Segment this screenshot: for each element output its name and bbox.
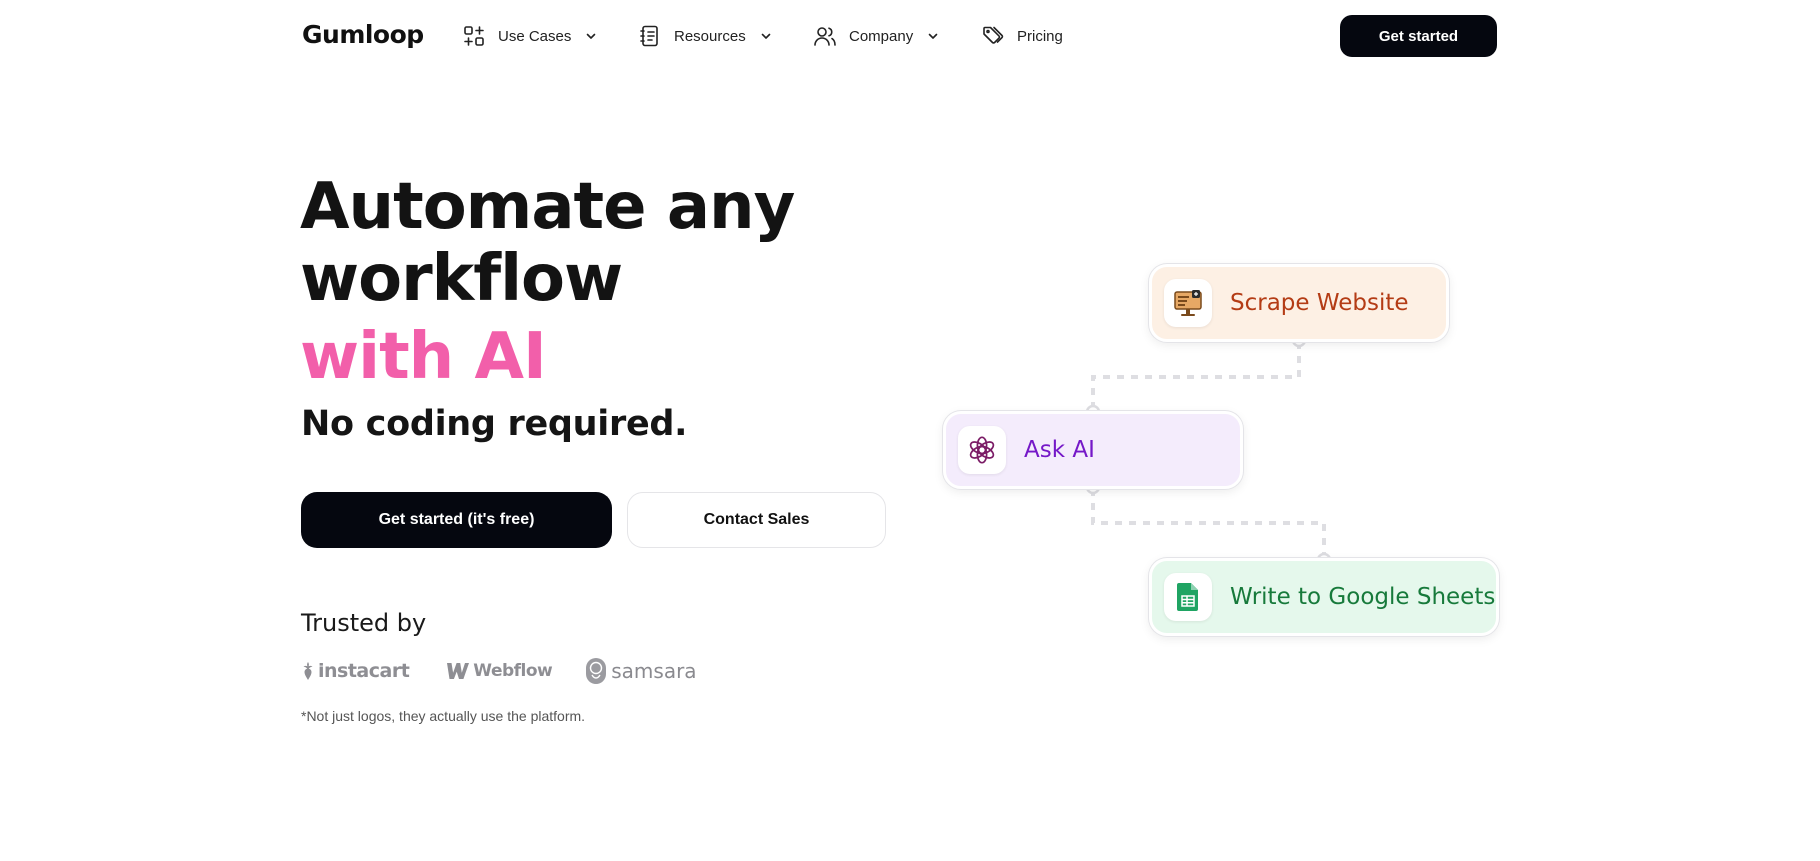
- customer-logos: instacart Webflow samsara: [301, 656, 697, 686]
- flow-node-label: Scrape Website: [1230, 290, 1409, 316]
- flow-node-scrape-website[interactable]: Scrape Website: [1149, 264, 1449, 342]
- hero-title-accent: with AI: [300, 320, 547, 394]
- flow-node-label: Write to Google Sheets: [1230, 584, 1496, 610]
- webflow-logo: Webflow: [442, 661, 553, 681]
- instacart-logo: instacart: [301, 660, 410, 682]
- get-started-free-button[interactable]: Get started (it's free): [301, 492, 612, 548]
- scrape-icon-wrapper: [1164, 279, 1212, 327]
- tags-icon: [983, 26, 1004, 44]
- nav-pricing[interactable]: Pricing: [981, 20, 1063, 52]
- gumloop-logo[interactable]: Gumloop: [302, 20, 424, 49]
- hero-subtitle: No coding required.: [301, 404, 688, 444]
- flow-node-label: Ask AI: [1024, 437, 1095, 463]
- chevron-down-icon: [761, 33, 771, 39]
- flow-node-ask-ai[interactable]: Ask AI: [943, 411, 1243, 489]
- users-icon: [814, 27, 836, 46]
- flow-node-write-google-sheets[interactable]: Write to Google Sheets: [1149, 558, 1499, 636]
- carrot-icon: [303, 662, 313, 680]
- chevron-down-icon: [928, 33, 938, 39]
- trusted-by-heading: Trusted by: [301, 609, 427, 637]
- contact-sales-button[interactable]: Contact Sales: [627, 492, 886, 548]
- nav-resources[interactable]: Resources: [638, 20, 772, 52]
- trusted-footnote: *Not just logos, they actually use the p…: [301, 708, 586, 724]
- samsara-icon: [586, 658, 607, 684]
- nav-company[interactable]: Company: [813, 20, 939, 52]
- nav-resources-label: Resources: [674, 27, 746, 45]
- nav-use-cases-label: Use Cases: [498, 27, 572, 45]
- get-started-button[interactable]: Get started: [1340, 15, 1497, 57]
- hero-title-line1: Automate any: [300, 170, 795, 244]
- sheets-icon-wrapper: [1164, 573, 1212, 621]
- chevron-down-icon: [587, 33, 596, 39]
- ai-icon-wrapper: [958, 426, 1006, 474]
- flow-connectors: [1085, 332, 1332, 568]
- nav-company-label: Company: [849, 27, 914, 45]
- google-sheets-icon: [1177, 583, 1198, 611]
- nav-use-cases[interactable]: Use Cases: [462, 20, 597, 52]
- nav-pricing-label: Pricing: [1017, 27, 1063, 45]
- hero-title-line2: workflow: [300, 242, 623, 316]
- monitor-icon: [1174, 290, 1202, 316]
- samsara-logo: samsara: [585, 657, 697, 685]
- webflow-icon: [447, 663, 470, 679]
- notebook-icon: [640, 25, 658, 47]
- use-cases-icon: [464, 26, 484, 46]
- openai-icon: [969, 436, 995, 464]
- top-nav: Gumloop Use Cases Resources Company Pric…: [0, 0, 1820, 72]
